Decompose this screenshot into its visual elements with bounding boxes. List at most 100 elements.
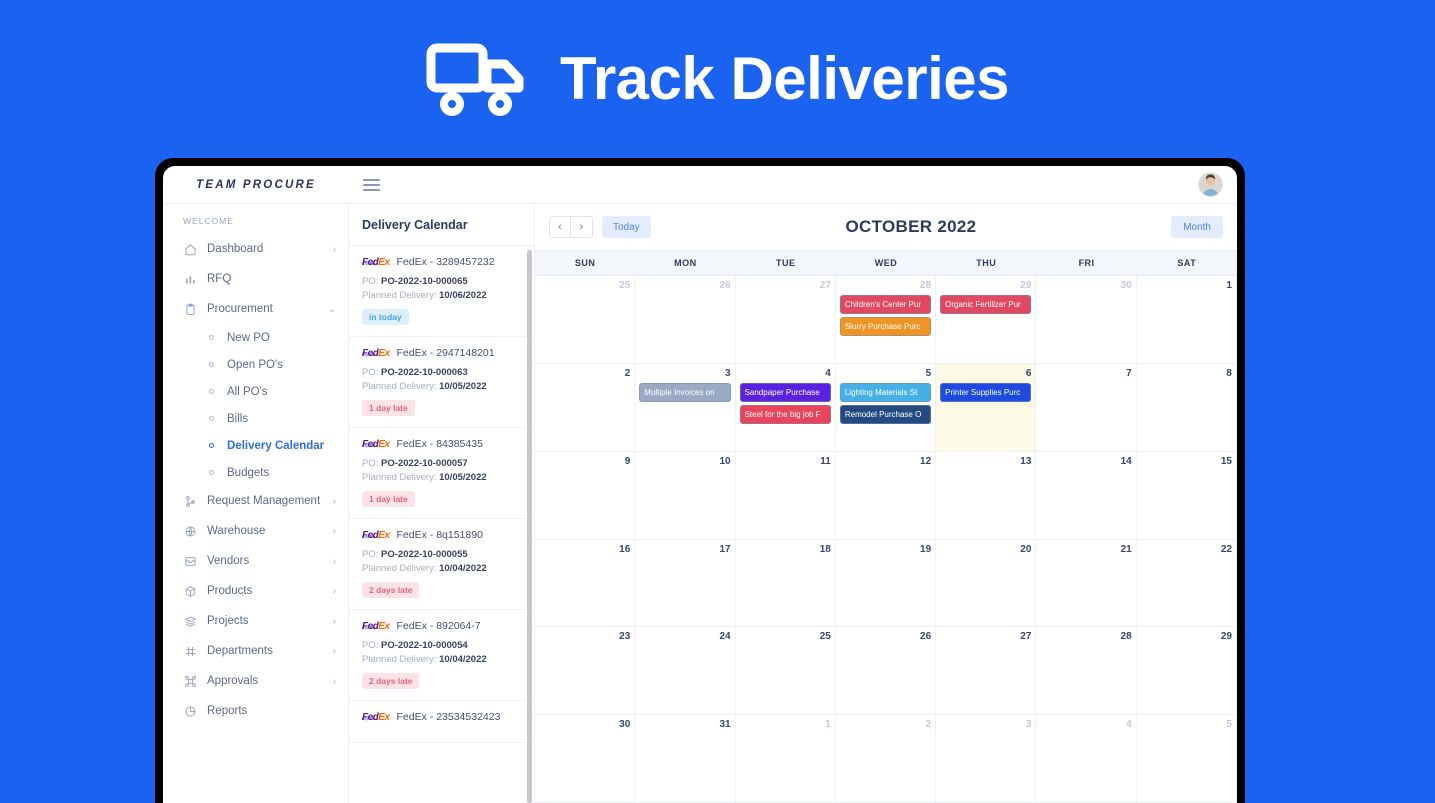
calendar-day-cell[interactable]: 13 <box>936 451 1037 540</box>
calendar-day-cell[interactable]: 26 <box>635 276 736 364</box>
truck-icon <box>426 43 524 116</box>
sidebar-item-reports[interactable]: Reports <box>163 696 348 726</box>
calendar-day-cell[interactable]: 24 <box>635 627 736 716</box>
calendar-event[interactable]: Multiple Invoices on <box>639 382 731 402</box>
sidebar-subitem-bills[interactable]: Bills <box>163 405 348 432</box>
calendar-day-cell[interactable]: 19 <box>835 539 937 628</box>
hamburger-menu-icon[interactable] <box>363 176 380 194</box>
scrollbar[interactable] <box>527 250 532 803</box>
bar-chart-icon <box>183 272 197 286</box>
calendar-event[interactable]: Sandpaper Purchase <box>739 382 831 402</box>
calendar-day-cell[interactable]: 10 <box>635 451 736 540</box>
delivery-card[interactable]: FedEx Express FedEx - 2947148201 PO: PO-202… <box>349 337 534 428</box>
sidebar-item-dashboard[interactable]: Dashboard › <box>163 234 348 264</box>
calendar-day-cell[interactable]: 5 <box>1136 715 1237 803</box>
planned-line: Planned Delivery: 10/05/2022 <box>362 472 521 483</box>
sidebar-subitem-budgets[interactable]: Budgets <box>163 459 348 486</box>
sidebar-subitem-open-po-s[interactable]: Open PO's <box>163 351 348 378</box>
day-number: 2 <box>925 719 932 731</box>
sidebar-item-projects[interactable]: Projects › <box>163 606 348 636</box>
calendar-day-cell[interactable]: 2 <box>835 715 937 803</box>
calendar-day-cell[interactable]: 27 <box>735 276 836 364</box>
calendar-day-cell[interactable]: 7 <box>1036 363 1137 452</box>
sidebar-item-products[interactable]: Products › <box>163 576 348 606</box>
calendar-event[interactable]: Printer Supplies Purc <box>940 382 1032 402</box>
calendar-day-cell[interactable]: 1 <box>735 715 836 803</box>
calendar-day-cell[interactable]: 25 <box>735 627 836 716</box>
calendar-day-cell[interactable]: 28 Children's Center Pur Slurry Purchase P… <box>835 276 937 364</box>
calendar-day-cell[interactable]: 4 <box>1036 715 1137 803</box>
delivery-card[interactable]: FedEx Express FedEx - 84385435 PO: PO-2022-… <box>349 428 534 519</box>
calendar-day-cell[interactable]: 11 <box>735 451 836 540</box>
planned-label: Planned Delivery: <box>362 381 437 392</box>
hash-icon <box>183 644 197 658</box>
avatar[interactable] <box>1198 172 1223 197</box>
delivery-card[interactable]: FedEx Express FedEx - 8q151890 PO: PO-2022-… <box>349 519 534 610</box>
day-number: 30 <box>1120 280 1132 291</box>
calendar-day-cell[interactable]: 29 Organic Fertilizer Pur <box>936 276 1037 364</box>
calendar-day-cell[interactable]: 14 <box>1036 451 1137 540</box>
calendar-day-cell[interactable]: 9 <box>535 451 636 540</box>
sidebar-item-procurement[interactable]: Procurement ⌄ <box>163 294 348 324</box>
today-button[interactable]: Today <box>602 216 651 238</box>
calendar-day-cell[interactable]: 29 <box>1136 627 1237 716</box>
delivery-card[interactable]: FedEx Express FedEx - 892064-7 PO: PO-2022-… <box>349 610 534 701</box>
calendar-event[interactable]: Slurry Purchase Purc <box>839 317 932 336</box>
chevron-right-icon: › <box>332 525 336 537</box>
day-number: 20 <box>1020 543 1032 555</box>
calendar-day-cell[interactable]: 1 <box>1136 276 1237 364</box>
calendar-event[interactable]: Children's Center Pur <box>839 295 932 314</box>
calendar-day-cell[interactable]: 22 <box>1136 539 1237 628</box>
calendar-panel: ‹ › Today OCTOBER 2022 Month SUN MON TUE WE… <box>535 204 1237 803</box>
delivery-list-scroll[interactable]: FedEx Express FedEx - 3289457232 PO: PO-202… <box>349 246 534 803</box>
calendar-day-cell[interactable]: 30 <box>535 715 636 803</box>
chevron-right-icon: › <box>332 243 336 255</box>
bullet-icon <box>209 443 214 448</box>
sidebar-subitem-new-po[interactable]: New PO <box>163 324 348 351</box>
day-number: 19 <box>920 543 932 555</box>
calendar-day-cell[interactable]: 18 <box>735 539 836 628</box>
calendar-day-cell[interactable]: 12 <box>835 451 937 540</box>
delivery-card[interactable]: FedEx Express FedEx - 23534532423 <box>349 701 534 743</box>
calendar-day-cell[interactable]: 31 <box>635 715 736 803</box>
sidebar-subitem-all-po-s[interactable]: All PO's <box>163 378 348 405</box>
sidebar-item-vendors[interactable]: Vendors › <box>163 546 348 576</box>
calendar-day-cell[interactable]: 3 <box>936 715 1037 803</box>
calendar-day-cell[interactable]: 20 <box>936 539 1037 628</box>
calendar-day-cell[interactable]: 17 <box>635 539 736 628</box>
calendar-day-cell[interactable]: 26 <box>835 627 937 716</box>
calendar-day-cell[interactable]: 16 <box>535 539 636 628</box>
calendar-day-cell[interactable]: 27 <box>936 627 1037 716</box>
day-number: 7 <box>1126 367 1132 379</box>
delivery-card[interactable]: FedEx Express FedEx - 3289457232 PO: PO-202… <box>349 246 534 337</box>
month-view-button[interactable]: Month <box>1171 216 1223 238</box>
calendar-day-cell[interactable]: 8 <box>1136 363 1237 452</box>
pie-chart-icon <box>183 704 197 718</box>
calendar-day-cell[interactable]: 6 Printer Supplies Purc <box>936 363 1037 452</box>
prev-month-button[interactable]: ‹ <box>549 216 571 238</box>
sidebar-item-request-management[interactable]: Request Management › <box>163 486 348 516</box>
calendar-day-cell[interactable]: 4 Sandpaper Purchase Steel for the big job… <box>735 363 836 452</box>
calendar-day-cell[interactable]: 28 <box>1036 627 1137 716</box>
sidebar-item-approvals[interactable]: Approvals › <box>163 666 348 696</box>
calendar-day-cell[interactable]: 15 <box>1136 451 1237 540</box>
sidebar-item-departments[interactable]: Departments › <box>163 636 348 666</box>
sidebar-item-warehouse[interactable]: Warehouse › <box>163 516 348 546</box>
calendar-event[interactable]: Remodel Purchase O <box>839 404 932 424</box>
calendar-day-cell[interactable]: 25 <box>535 276 636 364</box>
calendar-event[interactable]: Organic Fertilizer Pur <box>940 295 1032 314</box>
calendar-day-cell[interactable]: 21 <box>1036 539 1137 628</box>
day-number: 5 <box>925 367 932 379</box>
calendar-day-cell[interactable]: 30 <box>1036 276 1137 364</box>
po-label: PO: <box>362 640 379 651</box>
calendar-event[interactable]: Steel for the big job F <box>739 404 831 424</box>
calendar-event[interactable]: Lighting Materials St <box>839 382 932 402</box>
calendar-day-cell[interactable]: 3 Multiple Invoices on <box>635 363 736 452</box>
calendar-day-cell[interactable]: 23 <box>535 627 636 716</box>
planned-label: Planned Delivery: <box>362 290 437 301</box>
next-month-button[interactable]: › <box>571 216 593 238</box>
calendar-day-cell[interactable]: 5 Lighting Materials St Remodel Purchase O <box>835 363 937 452</box>
calendar-day-cell[interactable]: 2 <box>535 363 636 452</box>
sidebar-subitem-delivery-calendar[interactable]: Delivery Calendar <box>163 432 348 459</box>
sidebar-item-rfq[interactable]: RFQ <box>163 264 348 294</box>
